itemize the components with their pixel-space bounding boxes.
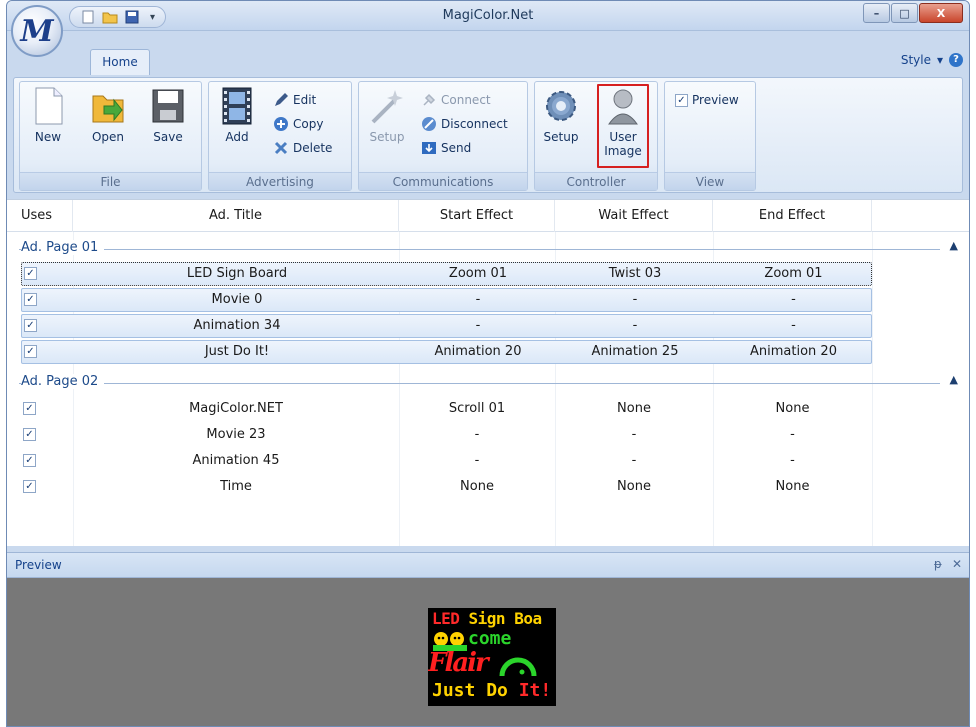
column-header-title[interactable]: Ad. Title <box>73 200 399 232</box>
close-button[interactable]: X <box>919 3 963 23</box>
table-row[interactable]: ✓ Movie 0 - - - <box>21 288 872 312</box>
column-header-wait-effect[interactable]: Wait Effect <box>555 200 713 232</box>
uses-checkbox[interactable]: ✓ <box>23 454 36 467</box>
close-icon[interactable]: ✕ <box>952 557 962 571</box>
collapse-icon[interactable]: ▲ <box>950 373 958 386</box>
grid-header: Uses Ad. Title Start Effect Wait Effect … <box>7 200 969 232</box>
ribbon-group-advertising: Add Edit Copy Delete Advertising <box>208 81 352 191</box>
uses-checkbox[interactable]: ✓ <box>23 402 36 415</box>
plug-icon <box>421 92 437 108</box>
preview-checkbox[interactable]: ✓ Preview <box>675 90 739 110</box>
window-controls: – □ X <box>863 3 963 23</box>
connect-button[interactable]: Connect <box>421 90 491 110</box>
tab-home[interactable]: Home <box>90 49 150 75</box>
ribbon: New Open Save File Add Edit Copy Delete … <box>13 77 963 193</box>
led-line-2: come <box>468 628 512 649</box>
copy-button[interactable]: Copy <box>273 114 323 134</box>
table-row[interactable]: ✓ LED Sign Board Zoom 01 Twist 03 Zoom 0… <box>21 262 872 286</box>
led-line-3: Flair <box>428 648 489 678</box>
preview-pane-buttons: ᵽ ✕ <box>934 557 962 571</box>
comm-setup-button[interactable]: Setup <box>367 86 407 166</box>
preview-title: Preview <box>15 558 62 572</box>
ad-grid: Uses Ad. Title Start Effect Wait Effect … <box>7 199 969 546</box>
pencil-icon <box>273 92 289 108</box>
group-header-page-01[interactable]: Ad. Page 01 ▲ <box>7 236 969 260</box>
uses-checkbox[interactable]: ✓ <box>24 293 37 306</box>
window-title: MagiColor.Net <box>442 8 534 23</box>
table-row[interactable]: ✓ Animation 45 - - - <box>21 450 872 474</box>
plus-circle-icon <box>273 116 289 132</box>
table-row[interactable]: ✓ Just Do It! Animation 20 Animation 25 … <box>21 340 872 364</box>
arc-icon <box>498 652 538 678</box>
open-button[interactable]: Open <box>88 86 128 166</box>
ribbon-tab-row: Home Style ▾ ? <box>7 31 969 75</box>
column-header-end-effect[interactable]: End Effect <box>713 200 872 232</box>
group-label-file: File <box>20 172 201 190</box>
preview-pane-header: Preview ᵽ ✕ <box>7 552 969 578</box>
minimize-button[interactable]: – <box>863 3 890 23</box>
group-divider <box>19 249 940 250</box>
open-folder-icon <box>90 86 126 126</box>
group-divider <box>19 383 940 384</box>
delete-x-icon <box>273 140 289 156</box>
add-button[interactable]: Add <box>217 86 257 166</box>
film-strip-icon <box>219 86 255 126</box>
ribbon-group-communications: Setup Connect Disconnect Send Communicat… <box>358 81 528 191</box>
chevron-down-icon: ▾ <box>936 53 943 67</box>
table-row[interactable]: ✓ MagiColor.NET Scroll 01 None None <box>21 398 872 422</box>
save-button[interactable]: Save <box>148 86 188 166</box>
gear-icon <box>543 86 579 126</box>
delete-button[interactable]: Delete <box>273 138 332 158</box>
led-line-1: LED Sign Boa <box>432 609 542 628</box>
ribbon-group-file: New Open Save File <box>19 81 202 191</box>
send-button[interactable]: Send <box>421 138 471 158</box>
user-image-button[interactable]: User Image <box>597 84 649 168</box>
application-menu-button[interactable]: M <box>11 5 63 57</box>
disconnect-button[interactable]: Disconnect <box>421 114 508 134</box>
group-label-advertising: Advertising <box>209 172 351 190</box>
table-row[interactable]: ✓ Time None None None <box>21 476 872 500</box>
maximize-button[interactable]: □ <box>891 3 918 23</box>
column-header-start-effect[interactable]: Start Effect <box>399 200 555 232</box>
pin-icon[interactable]: ᵽ <box>934 557 942 571</box>
save-disk-icon <box>150 86 186 126</box>
led-line-4: Just Do It! <box>432 680 552 701</box>
disconnect-icon <box>421 116 437 132</box>
column-header-uses[interactable]: Uses <box>7 200 73 232</box>
preview-check-icon: ✓ <box>675 93 688 107</box>
group-label-communications: Communications <box>359 172 527 190</box>
table-row[interactable]: ✓ Animation 34 - - - <box>21 314 872 338</box>
style-menu[interactable]: Style ▾ ? <box>901 53 963 67</box>
ribbon-group-controller: Setup User Image Controller <box>534 81 658 191</box>
preview-pane: LED Sign Boa come Flair Just Do It! <box>7 578 969 726</box>
app-logo: M <box>20 13 54 49</box>
uses-checkbox[interactable]: ✓ <box>24 319 37 332</box>
controller-setup-button[interactable]: Setup <box>541 86 581 166</box>
style-label: Style <box>900 53 931 67</box>
new-document-icon <box>30 86 66 126</box>
new-button[interactable]: New <box>28 86 68 166</box>
app-window: ▾ MagiColor.Net – □ X M Home Style ▾ ? N… <box>6 0 970 727</box>
led-preview-image: LED Sign Boa come Flair Just Do It! <box>428 608 556 706</box>
table-row[interactable]: ✓ Movie 23 - - - <box>21 424 872 448</box>
edit-button[interactable]: Edit <box>273 90 316 110</box>
group-label-controller: Controller <box>535 172 657 190</box>
group-header-page-02[interactable]: Ad. Page 02 ▲ <box>7 370 969 394</box>
magic-wand-icon <box>369 86 405 126</box>
collapse-icon[interactable]: ▲ <box>950 239 958 252</box>
uses-checkbox[interactable]: ✓ <box>23 480 36 493</box>
ribbon-group-view: ✓ Preview View <box>664 81 756 191</box>
user-avatar-icon <box>605 86 641 126</box>
title-bar: ▾ MagiColor.Net – □ X <box>7 1 969 31</box>
send-icon <box>421 140 437 156</box>
uses-checkbox[interactable]: ✓ <box>24 267 37 280</box>
help-icon[interactable]: ? <box>949 53 963 67</box>
uses-checkbox[interactable]: ✓ <box>23 428 36 441</box>
group-label-view: View <box>665 172 755 190</box>
uses-checkbox[interactable]: ✓ <box>24 345 37 358</box>
